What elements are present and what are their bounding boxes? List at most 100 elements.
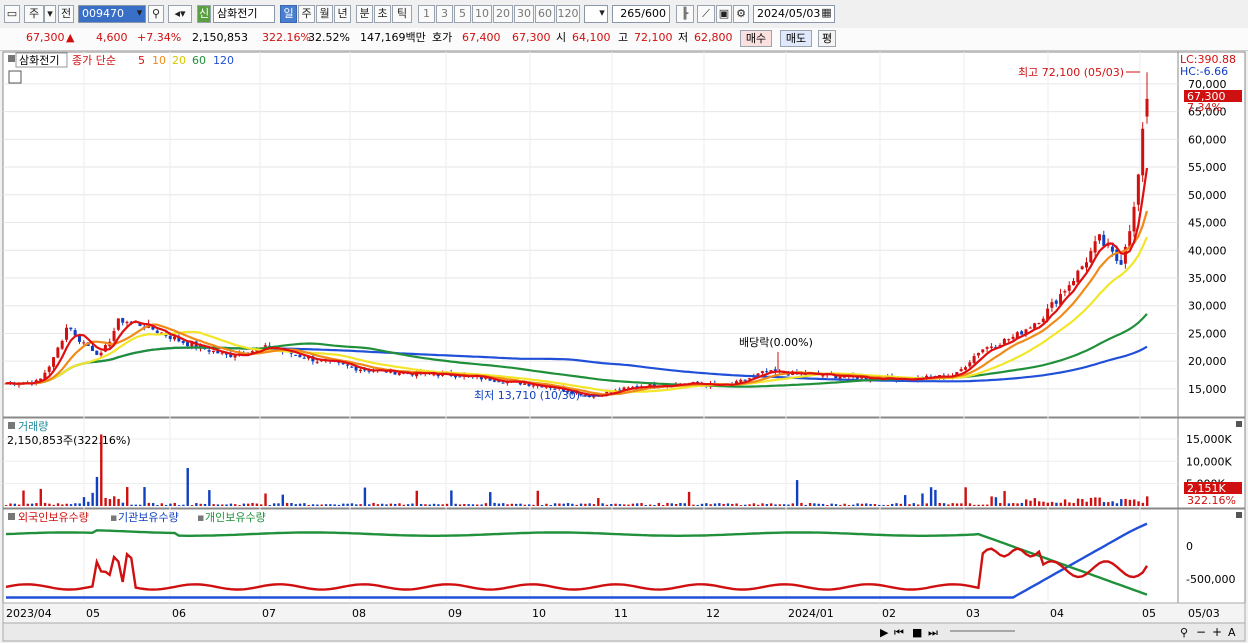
tab-tick[interactable]: 틱 (392, 5, 412, 23)
candle-body (1067, 285, 1071, 291)
candle-body (981, 349, 985, 353)
stop-icon[interactable]: ■ (912, 626, 922, 639)
grid-toggle-icon[interactable] (8, 70, 22, 84)
buy-button[interactable]: 매수 (740, 30, 772, 47)
volume-bar (1046, 502, 1049, 506)
minute-120[interactable]: 120 (556, 5, 580, 23)
volume-toggle-icon[interactable] (8, 422, 15, 429)
candle-body (77, 336, 81, 342)
tab-month-label: 월 (319, 7, 330, 20)
minute-1[interactable]: 1 (418, 5, 435, 23)
volume-bar (942, 503, 946, 506)
tab-day[interactable]: 일 (280, 5, 297, 23)
last-page-icon[interactable]: ⏭ (928, 626, 938, 639)
period-type-select[interactable]: 주 (24, 5, 44, 23)
save-icon[interactable]: ▣ (716, 5, 732, 23)
first-page-icon[interactable]: ⏮ (894, 626, 904, 639)
prev-button[interactable]: 전 (58, 5, 74, 23)
volume-bar (553, 503, 557, 506)
minute-60[interactable]: 60 (535, 5, 555, 23)
volume-bar (428, 504, 431, 506)
tab-month[interactable]: 월 (316, 5, 333, 23)
volume-bar (934, 489, 937, 506)
chart-area[interactable]: 70,00065,00060,00055,00050,00045,00040,0… (0, 51, 1248, 643)
volume-bar (817, 503, 820, 506)
volume-bar (653, 504, 656, 506)
calendar-icon[interactable]: ▦ (819, 5, 834, 23)
dropdown-arrow-icon[interactable]: ▾ (44, 5, 56, 23)
zoom-in-icon[interactable]: + (1212, 625, 1222, 639)
volume-bar (821, 503, 825, 506)
candle-body (173, 336, 177, 340)
volume-bar (765, 504, 769, 506)
candle-body (756, 373, 760, 376)
volume-bar (571, 503, 574, 506)
code-dropdown-icon[interactable]: ▾ (133, 5, 146, 23)
sell-button[interactable]: 매도 (780, 30, 812, 47)
price-tick-label: 20,000 (1188, 355, 1227, 368)
volume-bar (839, 504, 842, 506)
volume-bar (778, 504, 782, 506)
volume-bar (212, 504, 215, 506)
panel-toggle-icon[interactable] (8, 55, 15, 62)
up-arrow-icon: ▲ (66, 31, 75, 44)
legend-institution: 기관보유수량 (118, 511, 179, 524)
scroll-right-icon[interactable]: ▶ (880, 626, 889, 639)
volume-bar (104, 497, 107, 506)
minute-30[interactable]: 30 (514, 5, 534, 23)
open: 64,100 (572, 31, 611, 44)
search-icon[interactable]: ⚲ (148, 5, 164, 23)
volume-bar (476, 504, 479, 506)
volume-bar (56, 503, 60, 506)
low-label: 저 (678, 31, 689, 44)
tab-second[interactable]: 초 (374, 5, 391, 23)
volume-bar (48, 503, 51, 506)
volume-bar (368, 504, 371, 506)
gear-icon[interactable]: ⚙ (733, 5, 749, 23)
volume-bar (882, 504, 885, 506)
candle-type-icon[interactable]: ╟ (676, 5, 694, 23)
zoom-icon[interactable]: ⚲ (1180, 626, 1188, 639)
volume-bar (151, 503, 155, 506)
minute-3[interactable]: 3 (436, 5, 453, 23)
volume-bar (757, 504, 760, 506)
minute-10[interactable]: 10 (472, 5, 492, 23)
price-tick-label: 70,000 (1188, 78, 1227, 91)
volume-bar (177, 505, 181, 506)
scroll-bar[interactable] (2, 622, 1246, 642)
volume-close-icon[interactable] (1236, 421, 1242, 427)
candle-body (1093, 241, 1097, 253)
holding-toggle-icon[interactable] (8, 513, 15, 520)
candle-body (1011, 336, 1015, 339)
x-tick-label: 11 (614, 607, 628, 620)
count-input[interactable]: 265/600 (612, 5, 670, 23)
minute-20[interactable]: 20 (493, 5, 513, 23)
tab-minute[interactable]: 분 (356, 5, 373, 23)
volume-bar (514, 503, 518, 506)
volume-bar (91, 492, 94, 506)
custom-dropdown-icon[interactable]: ▾ (596, 5, 608, 23)
volume-bar (126, 487, 129, 506)
auto-icon[interactable]: A (1228, 626, 1236, 639)
candle-body (1084, 262, 1088, 268)
volume-bar (355, 504, 358, 506)
tab-week[interactable]: 주 (298, 5, 315, 23)
tab-year[interactable]: 년 (334, 5, 351, 23)
volume-bar (117, 498, 120, 506)
volume-bar (951, 503, 954, 506)
volume-bar (242, 503, 246, 506)
minute-5[interactable]: 5 (454, 5, 471, 23)
menu-icon[interactable]: ▭ (4, 5, 20, 23)
minute-60-label: 60 (538, 7, 552, 20)
holding-close-icon[interactable] (1236, 512, 1242, 518)
candle-body (121, 318, 125, 323)
volume-value: 2,150,853주(322.16%) (7, 434, 131, 447)
speaker-icon[interactable]: ◂▾ (168, 5, 192, 23)
zoom-out-icon[interactable]: − (1196, 625, 1206, 639)
candle-body (82, 342, 86, 344)
draw-tool-icon[interactable]: ⟋ (697, 5, 715, 23)
tab-year-label: 년 (337, 7, 348, 20)
candle-body (1132, 206, 1136, 232)
volume-bar (311, 504, 315, 506)
eval-button[interactable]: 평 (818, 30, 836, 47)
